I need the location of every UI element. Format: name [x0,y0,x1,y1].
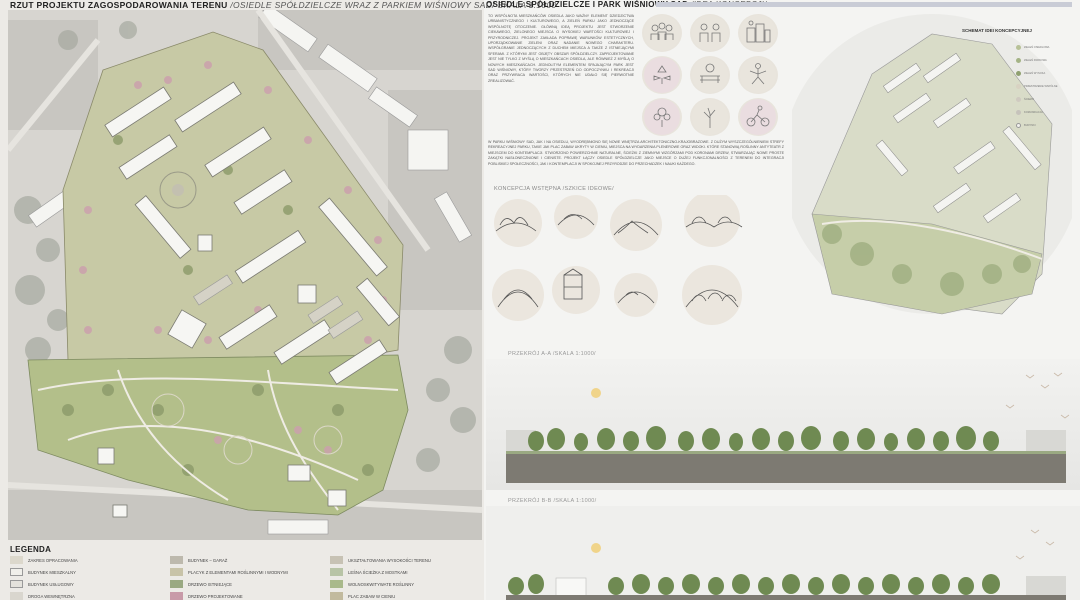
legend: LEGENDA ZAKRES OPRACOWANIA BUDYNEK – GAR… [10,545,480,600]
legend-item: PLAC ZABAW W CIENIU [330,591,480,600]
legend-item: UKSZTAŁTOWANIA WYSOKOŚCI TERENU [330,555,480,565]
legend-grid: ZAKRES OPRACOWANIA BUDYNEK – GARAŻ UKSZT… [10,555,480,600]
legend-label: BUDYNEK – GARAŻ [188,557,228,563]
site-plan-title: RZUT PROJEKTU ZAGOSPODAROWANIA TERENU /O… [10,0,557,10]
legend-label: UKSZTAŁTOWANIA WYSOKOŚCI TERENU [348,557,431,563]
legend-swatch [330,556,343,564]
legend-swatch [170,580,183,588]
legend-label: BUDYNEK MIESZKALNY [28,569,76,575]
concept-scheme: SCHEMAT IDEI KONCEPCYJNEJ ZIELEŃ OSIEDLO… [792,14,1072,344]
scheme-legend: ZIELEŃ OSIEDLOWA ZIELEŃ PARKOWA ZIELEŃ W… [1016,41,1072,132]
legend-item: DROGA WEWNĘTRZNA [10,591,170,600]
scheme-legend-label: ZIELEŃ PARKOWA [1024,59,1047,62]
legend-swatch [10,556,23,564]
scheme-legend-label: ZIELEŃ WYSOKA [1024,72,1046,75]
presentation-board: RZUT PROJEKTU ZAGOSPODAROWANIA TERENU /O… [0,0,1080,600]
yoga-icon [738,56,778,94]
scheme-legend-item: BUDYNKI [1016,119,1072,132]
scheme-legend-dot [1016,123,1021,128]
cyclist-icon [738,98,778,136]
scheme-legend-dot [1016,45,1021,50]
legend-item: BUDYNEK – GARAŻ [170,555,330,565]
tree-icon [690,98,730,136]
legend-swatch [10,592,23,600]
flower-icon [642,98,682,136]
scheme-legend-label: ŚCIEŻKI [1024,98,1035,101]
scheme-legend-item: PRZESTRZENIE WSPÓLNE [1016,80,1072,93]
legend-label: DROGA WEWNĘTRZNA [28,593,75,599]
scheme-legend-dot [1016,58,1021,63]
scheme-legend-item: ZIELEŃ OSIEDLOWA [1016,41,1072,54]
section-b-drawing [486,506,1080,600]
community-icon [642,14,682,52]
concept-paragraph-2: W PARKU WIŚNIOWY SAD, JAK I NA OSIEDLU, … [488,140,784,166]
scheme-legend-dot [1016,84,1021,89]
scheme-legend-dot [1016,71,1021,76]
scheme-legend-label: PRZESTRZENIE WSPÓLNE [1024,85,1058,88]
legend-swatch [170,592,183,600]
legend-label: LEŚNA ŚCIEŻKA Z MOSTKAMI [348,569,408,575]
legend-label: BUDYNEK USŁUGOWY [28,581,74,587]
concept-icons-grid [642,14,780,139]
legend-label: PLACYK Z ELEMENTAMI ROŚLINNYMI I WODNYMI [188,569,288,575]
legend-item: PLACYK Z ELEMENTAMI ROŚLINNYMI I WODNYMI [170,567,330,577]
concept-sketches [492,195,743,325]
site-plan-panel: RZUT PROJEKTU ZAGOSPODAROWANIA TERENU /O… [0,0,556,600]
legend-item: BUDYNEK USŁUGOWY [10,579,170,589]
scheme-legend-item: KOMUNIKACJA [1016,106,1072,119]
legend-swatch [170,568,183,576]
sketches-title: KONCEPCJA WSTĘPNA /SZKICE IDEOWE/ [494,186,614,192]
scheme-legend-label: ZIELEŃ OSIEDLOWA [1024,46,1050,49]
legend-label: PLAC ZABAW W CIENIU [348,593,396,599]
section-b-b: PRZEKRÓJ B-B /SKALA 1:1000/ [486,490,1080,600]
scheme-legend-item: ZIELEŃ PARKOWA [1016,54,1072,67]
accent-bar [656,2,1072,7]
legend-swatch [330,592,343,600]
site-plan-title-text: RZUT PROJEKTU ZAGOSPODAROWANIA TERENU [10,0,228,10]
cherry-blossom-icon [642,56,682,94]
section-a-drawing [486,359,1080,490]
concept-panel: OSIEDLE SPÓŁDZIELCZE I PARK WIŚNIOWY SAD… [486,0,792,345]
legend-item: DRZEWO PROJEKTOWANE [170,591,330,600]
legend-item: WOLNOSKWITYWATE ROŚLINNY [330,579,480,589]
legend-label: ZAKRES OPRACOWANIA [28,557,78,563]
scheme-legend-dot [1016,110,1021,115]
legend-swatch [10,580,23,588]
legend-swatch [330,580,343,588]
legend-item: BUDYNEK MIESZKALNY [10,567,170,577]
legend-swatch [10,568,23,576]
section-a-a: PRZEKRÓJ A-A /SKALA 1:1000/ [486,345,1080,490]
scheme-legend-label: KOMUNIKACJA [1024,111,1043,114]
buildings-icon [738,14,778,52]
legend-label: DRZEWO PROJEKTOWANE [188,593,243,599]
bench-icon [690,56,730,94]
family-icon [690,14,730,52]
legend-swatch [330,568,343,576]
legend-title: LEGENDA [10,545,52,554]
legend-label: WOLNOSKWITYWATE ROŚLINNY [348,581,415,587]
site-plan-drawing [8,10,482,540]
scheme-legend-item: ZIELEŃ WYSOKA [1016,67,1072,80]
concept-paragraph-1: TO WSPÓLNOTA MIESZKAŃCÓW OSIEDLA JAKO WA… [488,14,634,83]
legend-item: ZAKRES OPRACOWANIA [10,555,170,565]
scheme-legend-dot [1016,97,1021,102]
scheme-legend-item: ŚCIEŻKI [1016,93,1072,106]
legend-label: DRZEWO ISTNIEJĄCE [188,581,232,587]
legend-item: LEŚNA ŚCIEŻKA Z MOSTKAMI [330,567,480,577]
legend-swatch [170,556,183,564]
scheme-title: SCHEMAT IDEI KONCEPCYJNEJ [962,28,1032,33]
legend-item: DRZEWO ISTNIEJĄCE [170,579,330,589]
scheme-legend-label: BUDYNKI [1024,124,1036,127]
